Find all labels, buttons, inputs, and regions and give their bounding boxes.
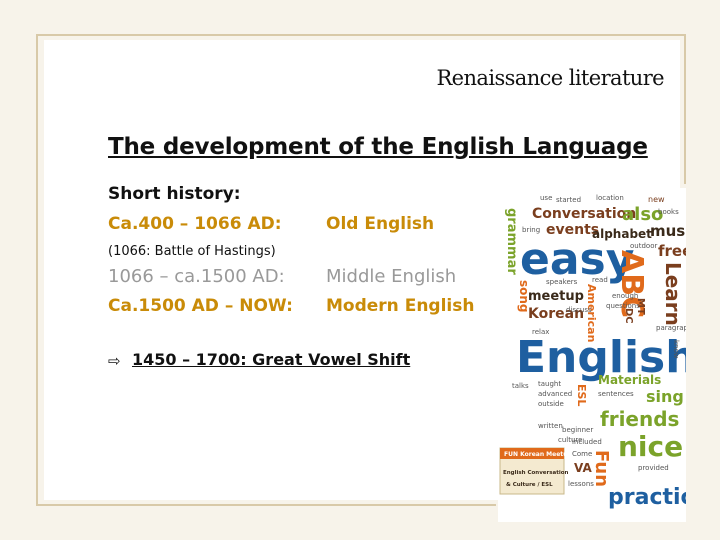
arrow-bullet-icon: ⇨ (108, 352, 121, 370)
word-fun: Fun (591, 450, 612, 487)
word-taught: taught (538, 380, 561, 388)
word-nice: nice (618, 430, 683, 463)
english-word-cloud: use started location new grammar Convers… (498, 188, 686, 522)
slide-frame-bottom (36, 504, 496, 506)
word-enough: enough (612, 292, 638, 300)
slide-title: The development of the English Language (108, 134, 648, 160)
modern-english-date: Ca.1500 AD – NOW: (108, 296, 293, 316)
word-paragraph: paragraph (656, 324, 686, 332)
word-sentences: sentences (598, 390, 634, 398)
word-outside: outside (538, 400, 564, 408)
badge-title: FUN Korean Meetup (504, 451, 572, 458)
word-included: included (572, 438, 602, 446)
middle-english-date: 1066 – ca.1500 AD: (108, 266, 285, 287)
word-lessons: lessons (568, 480, 594, 488)
word-learn: Learn (661, 262, 685, 326)
word-read: read (592, 276, 608, 284)
word-esl: ESL (575, 384, 588, 406)
middle-english-label: Middle English (326, 266, 457, 287)
word-sing: sing (646, 387, 684, 406)
word-written: written (538, 422, 563, 430)
word-conversation: Conversation (532, 206, 636, 222)
word-beginner: beginner (562, 426, 593, 434)
slide: Renaissance literature The development o… (0, 0, 720, 540)
short-history-label: Short history: (108, 184, 241, 204)
old-english-label: Old English (326, 214, 435, 234)
word-friends: friends (600, 407, 679, 431)
word-come: Come (572, 450, 592, 458)
word-talks: talks (512, 382, 529, 390)
word-speakers: speakers (546, 278, 578, 286)
word-va: VA (574, 461, 592, 475)
hastings-note: (1066: Battle of Hastings) (108, 244, 276, 259)
word-music: music (650, 222, 686, 240)
word-know: know (672, 340, 680, 359)
badge-line-1: English Conversation (503, 470, 569, 476)
word-started: started (556, 196, 581, 204)
great-vowel-shift: 1450 – 1700: Great Vowel Shift (132, 350, 411, 369)
word-books: books (658, 208, 679, 216)
old-english-date: Ca.400 – 1066 AD: (108, 214, 282, 234)
word-use: use (540, 194, 552, 202)
word-discuss: discuss (566, 306, 592, 314)
slide-frame-left (36, 34, 38, 506)
badge-line-2: & Culture / ESL (506, 482, 553, 488)
word-dc: DC (623, 308, 634, 324)
word-advanced: advanced (538, 390, 572, 398)
word-mt: MT (635, 298, 646, 315)
word-grammar: grammar (504, 208, 519, 275)
word-location: location (596, 194, 624, 202)
word-materials: Materials (598, 373, 661, 387)
word-free: free (658, 242, 686, 260)
meetup-badge: FUN Korean Meetup English Conversation &… (499, 447, 572, 495)
word-practice: practice (608, 485, 686, 510)
word-new: new (648, 195, 665, 204)
slide-frame-top (36, 34, 684, 36)
header-title: Renaissance literature (436, 66, 664, 90)
word-outdoor: outdoor (630, 242, 657, 250)
modern-english-label: Modern English (326, 296, 475, 316)
word-provided: provided (638, 464, 669, 472)
slide-frame-right (684, 34, 686, 184)
word-meetup: meetup (528, 289, 584, 304)
word-bring: bring (522, 226, 540, 234)
